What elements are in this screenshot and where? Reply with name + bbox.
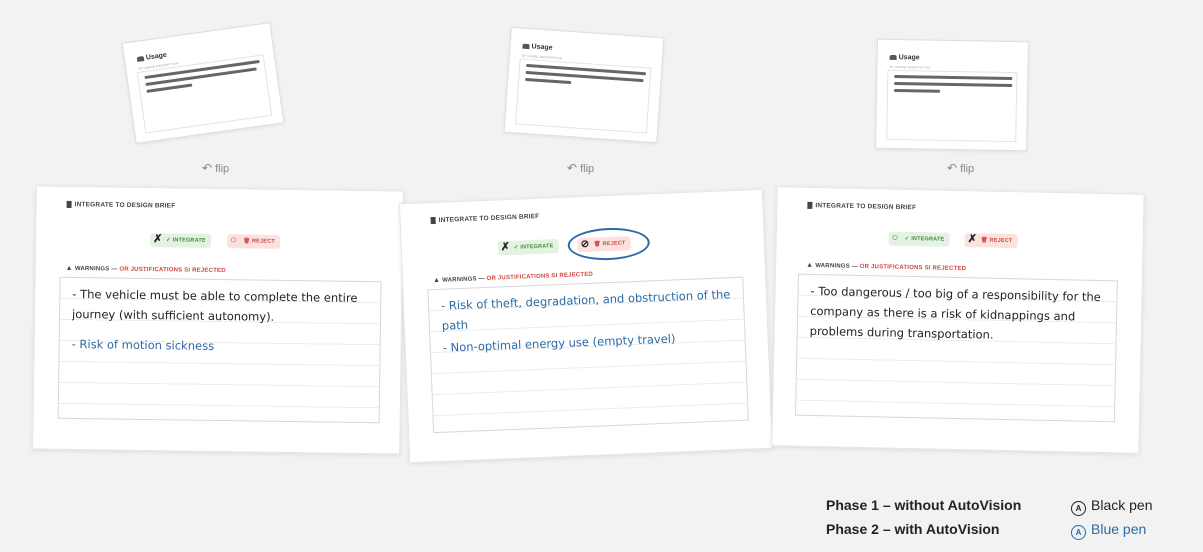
- legend-pen-black: A Black pen: [1071, 497, 1152, 516]
- warnings-label: ▲ WARNINGS — OR JUSTIFICATIONS SI REJECTE…: [806, 261, 967, 273]
- integrate-button[interactable]: ✗ ✓ INTEGRATE: [150, 233, 211, 248]
- design-brief-card-1: INTEGRATE TO DESIGN BRIEF ✗ ✓ INTEGRATE ○…: [32, 185, 404, 455]
- usage-card-3: Usage SF USAGE DESCRIPTION: [875, 38, 1029, 152]
- flip-button-2[interactable]: ↶ flip: [567, 161, 594, 175]
- card-header: INTEGRATE TO DESIGN BRIEF: [807, 201, 916, 211]
- note-text: - The vehicle must be able to complete t…: [71, 286, 358, 324]
- document-icon: [66, 200, 72, 208]
- usage-description-box: [515, 58, 652, 134]
- usage-card-title: Usage: [136, 52, 167, 63]
- design-brief-card-3: INTEGRATE TO DESIGN BRIEF ○ ✓ INTEGRATE ✗…: [771, 186, 1145, 454]
- flip-button-3[interactable]: ↶ flip: [947, 161, 974, 175]
- warnings-label: ▲ WARNINGS — OR JUSTIFICATIONS SI REJECTE…: [432, 271, 594, 285]
- flip-icon: ↶: [567, 161, 578, 175]
- empty-circle-icon: ○: [230, 234, 238, 247]
- document-icon: [807, 201, 813, 209]
- legend-pen-blue: A Blue pen: [1071, 521, 1146, 540]
- usage-card-1: Usage SF USAGE DESCRIPTION: [121, 22, 285, 144]
- blue-pen-circle-annotation: [567, 226, 651, 262]
- card-header: INTEGRATE TO DESIGN BRIEF: [430, 213, 540, 225]
- text-line: [894, 88, 941, 93]
- text-line: [146, 83, 193, 93]
- legend-phase-2: Phase 2 – with AutoVision: [826, 521, 1000, 537]
- empty-circle-icon: ○: [891, 231, 899, 244]
- warning-icon: ▲: [432, 276, 441, 285]
- legend-phase-1: Phase 1 – without AutoVision: [826, 497, 1022, 513]
- usage-card-title: Usage: [522, 43, 553, 52]
- warning-icon: ▲: [65, 264, 73, 272]
- usage-card-title: Usage: [889, 54, 920, 61]
- flip-button-1[interactable]: ↶ flip: [202, 161, 229, 175]
- note-text: - Risk of motion sickness: [71, 336, 215, 353]
- pen-icon: A: [1071, 525, 1086, 540]
- usage-description-box: [886, 69, 1018, 143]
- cross-mark-icon: ✗: [500, 240, 511, 254]
- text-line: [894, 74, 1013, 81]
- cross-mark-icon: ✗: [153, 233, 163, 246]
- car-icon: [136, 55, 145, 62]
- notes-area[interactable]: - Too dangerous / too big of a responsib…: [794, 273, 1118, 423]
- reject-button[interactable]: ○ 🗑 REJECT: [227, 234, 281, 249]
- notes-area[interactable]: - The vehicle must be able to complete t…: [57, 276, 382, 424]
- warnings-label: ▲ WARNINGS — OR JUSTIFICATIONS SI REJECTE…: [65, 264, 226, 275]
- flip-icon: ↶: [947, 161, 958, 175]
- flip-icon: ↶: [202, 161, 213, 175]
- notes-area[interactable]: - Risk of theft, degradation, and obstru…: [427, 276, 749, 434]
- document-icon: [430, 216, 436, 225]
- integrate-button[interactable]: ○ ✓ INTEGRATE: [888, 231, 950, 247]
- legend: Phase 1 – without AutoVision Phase 2 – w…: [826, 497, 1186, 547]
- card-header: INTEGRATE TO DESIGN BRIEF: [66, 200, 176, 210]
- cross-mark-icon: ✗: [967, 233, 978, 246]
- car-icon: [522, 43, 530, 49]
- integrate-button[interactable]: ✗ ✓ INTEGRATE: [497, 239, 559, 256]
- text-line: [525, 77, 572, 85]
- usage-card-subtitle: SF USAGE DESCRIPTION: [889, 64, 931, 70]
- note-text: - Too dangerous / too big of a responsib…: [809, 283, 1101, 342]
- warning-icon: ▲: [806, 261, 814, 269]
- text-line: [894, 81, 1013, 88]
- pen-icon: A: [1071, 501, 1086, 516]
- design-brief-card-2: INTEGRATE TO DESIGN BRIEF ✗ ✓ INTEGRATE ⊘…: [398, 188, 774, 464]
- reject-button[interactable]: ✗ 🗑 REJECT: [964, 233, 1018, 249]
- car-icon: [889, 54, 897, 60]
- usage-card-2: Usage SF USAGE DESCRIPTION: [503, 26, 665, 144]
